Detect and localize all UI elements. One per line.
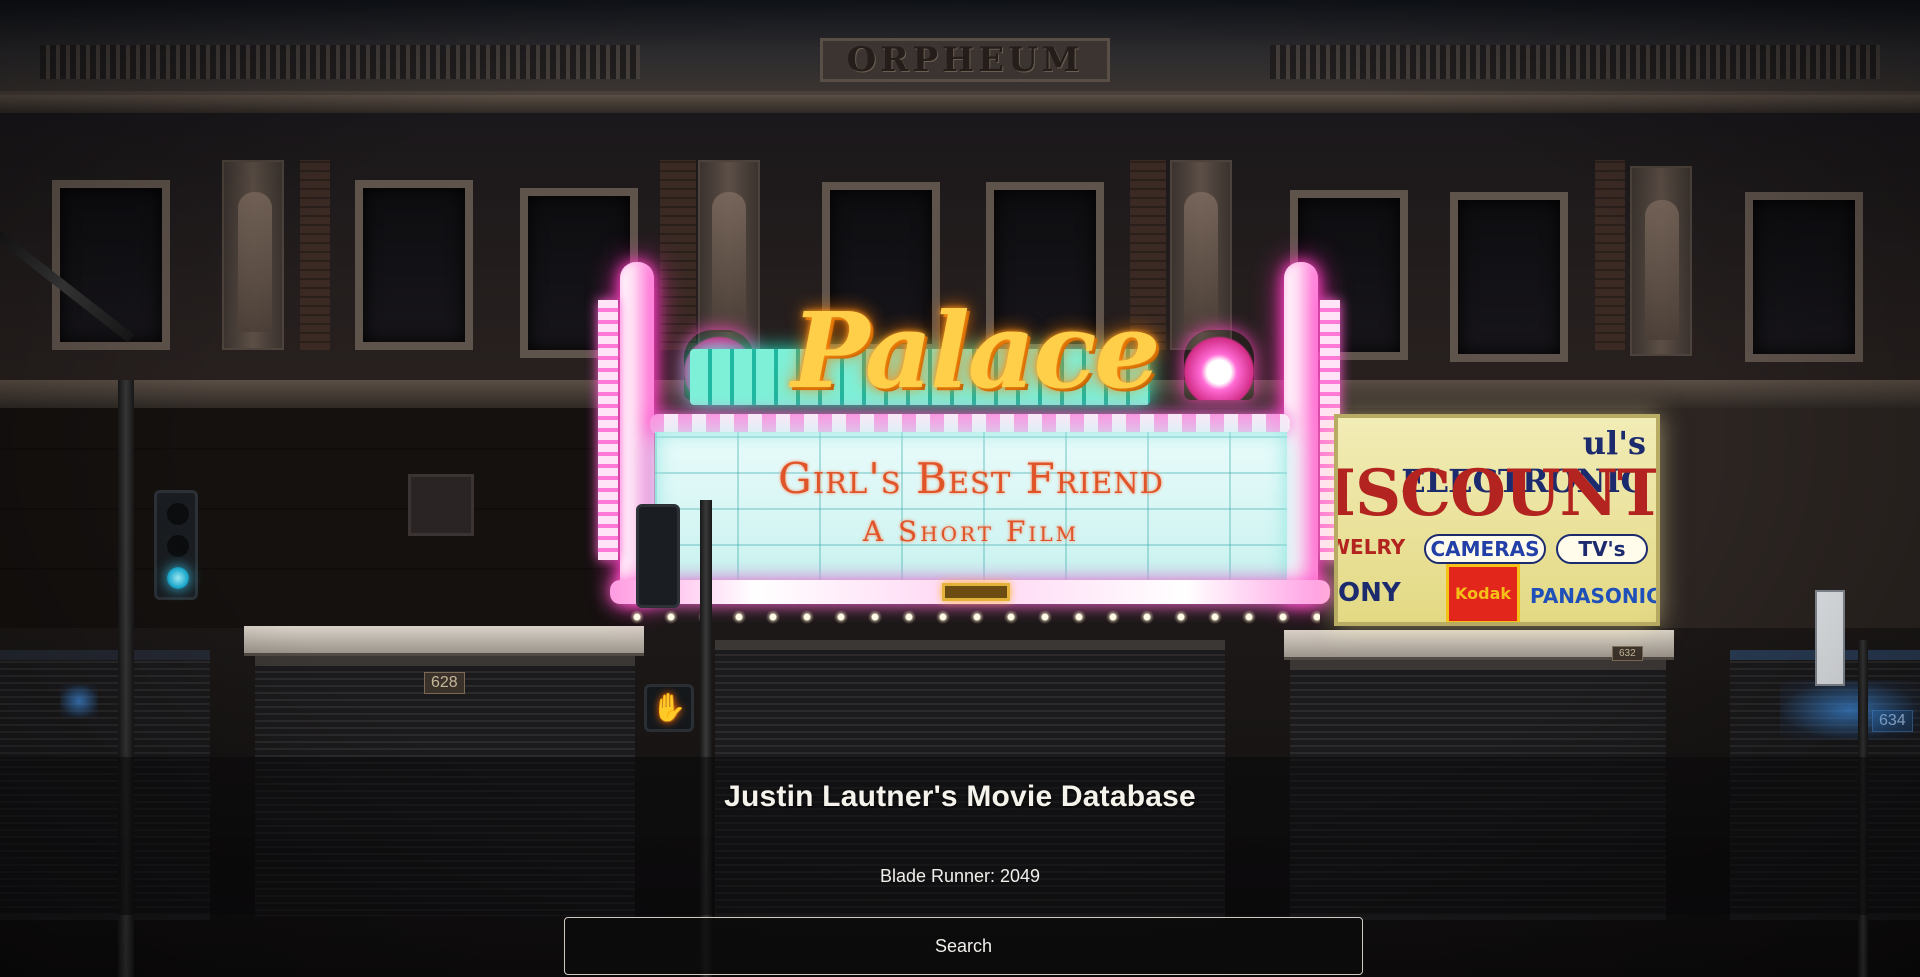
search-input-bar — [0, 837, 1920, 915]
store-sign-brand: PANASONIC — [1530, 584, 1660, 608]
stone-panel — [408, 474, 474, 536]
traffic-signal — [154, 490, 198, 600]
window — [355, 180, 473, 350]
store-sign-brand: ONY — [1338, 578, 1401, 608]
window — [1450, 192, 1568, 362]
cornice-ornament — [40, 45, 640, 79]
statue — [1645, 200, 1679, 340]
marquee-bulbs — [620, 606, 1320, 628]
app-title: Justin Lautner's Movie Database — [724, 780, 1196, 813]
signal-lamp-green — [167, 567, 189, 589]
store-sign-item: CAMERAS — [1424, 534, 1546, 564]
statue — [238, 192, 272, 332]
traffic-signal — [636, 504, 680, 608]
search-input[interactable] — [550, 856, 1370, 896]
upper-ledge — [0, 95, 1920, 113]
blue-store-light — [1780, 680, 1920, 740]
window — [1745, 192, 1863, 362]
facade-inscription: ORPHEUM — [820, 38, 1110, 82]
background-photo: ORPHEUM 628 632 634 Palace Girl's — [0, 0, 1920, 977]
street-sign — [1815, 590, 1845, 686]
marquee-line: A Short Film — [862, 515, 1080, 548]
neon-ornament — [1184, 330, 1254, 400]
kodak-logo: Kodak — [1446, 564, 1520, 622]
brick-column — [300, 160, 330, 350]
statue — [1184, 192, 1218, 332]
stone-wall — [0, 408, 640, 628]
marquee-board: Girl's Best Friend A Short Film — [655, 432, 1287, 582]
stone-wall-right — [1660, 408, 1920, 628]
palace-neon-sign: Palace — [791, 289, 1160, 412]
marquee-line: Girl's Best Friend — [778, 454, 1164, 503]
marquee-rim — [650, 414, 1290, 434]
brick-column — [660, 160, 696, 350]
store-sign-item: TV's — [1556, 534, 1648, 564]
brick-column — [1595, 160, 1625, 350]
address-number: 628 — [424, 672, 465, 694]
neon-tower-right — [1284, 262, 1318, 602]
signal-lamp — [167, 503, 189, 525]
header-bar: Justin Lautner's Movie Database — [0, 757, 1920, 837]
address-number: 632 — [1612, 646, 1643, 661]
storefront-awning — [244, 626, 644, 656]
store-sign-item: WELRY — [1334, 535, 1406, 559]
marquee-emblem — [942, 583, 1010, 601]
pedestrian-signal: ✋ — [644, 684, 694, 732]
discount-store-sign: ul's ELECTRONIC ISCOUNT WELRY CAMERAS TV… — [1334, 414, 1660, 626]
signal-lamp — [167, 535, 189, 557]
statue — [712, 192, 746, 332]
store-sign-main: ISCOUNT — [1334, 456, 1660, 531]
blue-store-light — [60, 684, 98, 718]
neon-fringe-left — [598, 300, 618, 560]
hand-icon: ✋ — [651, 692, 687, 723]
cornice-ornament — [1270, 45, 1880, 79]
search-button[interactable]: Search — [564, 917, 1363, 975]
